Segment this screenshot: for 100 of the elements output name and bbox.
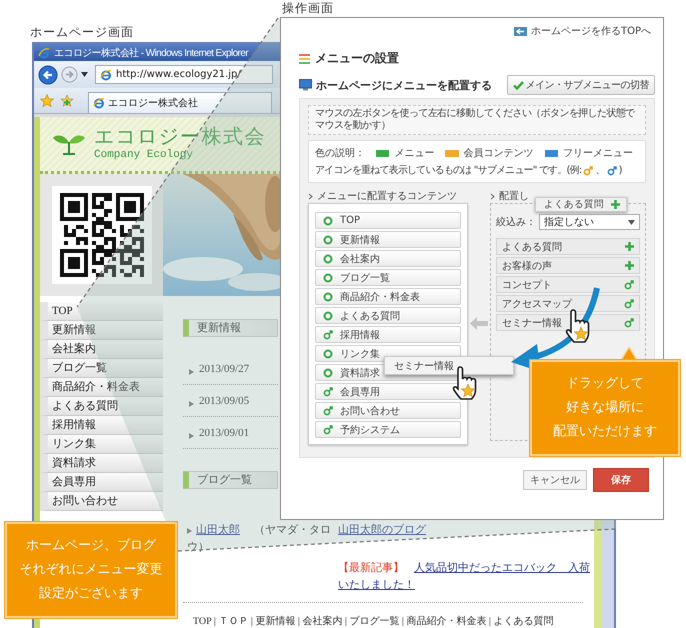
nav-link[interactable]: 資料請求: [40, 454, 163, 473]
browser-icon: [38, 46, 50, 58]
submenu-icon: [323, 406, 333, 416]
callout-text: 設定がございます: [38, 585, 144, 603]
monitor-icon: [299, 79, 312, 91]
bullet-icon: [189, 369, 194, 375]
article-tag: 【最新記事】: [338, 562, 404, 574]
column-heading: メニューに配置するコンテンツ: [317, 190, 457, 203]
submenu-icon: [583, 166, 594, 176]
instruction-note: マウスの左ボタンを使って左右に移動してください（ボタンを押した状態でマウスを動かす）: [308, 105, 646, 135]
add-favorite-icon[interactable]: [60, 94, 74, 108]
news-date-link[interactable]: 2013/09/01: [199, 427, 250, 439]
chevron-icon: [490, 192, 495, 200]
menu-item[interactable]: 更新情報: [315, 231, 461, 248]
switch-menu-button[interactable]: メイン・サブメニューの切替: [506, 75, 655, 95]
legend-note: 、: [595, 164, 605, 177]
nav-link[interactable]: TOP: [40, 302, 163, 321]
legend-title: 色の説明：: [315, 146, 365, 160]
menu-item[interactable]: よくある質問: [315, 307, 461, 324]
article-link[interactable]: いたしました！: [338, 577, 415, 594]
menu-item[interactable]: 会員専用: [315, 383, 461, 400]
plus-icon: [625, 261, 634, 270]
legend-label: 会員コンテンツ: [464, 147, 534, 160]
section-title: ホームページにメニューを配置する: [316, 78, 492, 92]
nav-link[interactable]: よくある質問: [40, 397, 163, 416]
callout-text: ドラッグして: [565, 375, 645, 393]
author-reading: （ヤマダ・タロ: [254, 523, 331, 538]
nav-link[interactable]: 商品紹介・料金表: [40, 378, 163, 397]
plus-icon: [625, 242, 634, 251]
check-icon: [512, 80, 524, 90]
window-title: エコロジー株式会社 - Windows Internet Explorer: [54, 46, 248, 60]
url-text: http://www.ecology21.jp/: [116, 69, 241, 80]
chevron-icon: [308, 192, 313, 200]
plus-icon: [611, 200, 620, 209]
placed-item[interactable]: お客様の声: [496, 257, 640, 274]
submenu-icon: [323, 424, 333, 434]
author-link[interactable]: 山田太郎: [196, 522, 240, 539]
column-heading: 配置し: [499, 190, 529, 203]
legend-label: メニュー: [394, 147, 434, 160]
browser-tab[interactable]: エコロジー株式会社: [88, 92, 272, 113]
screen-label: ホームページ画面: [30, 24, 134, 41]
nav-link[interactable]: 会員専用: [40, 473, 163, 492]
placed-item[interactable]: よくある質問: [496, 238, 640, 255]
filter-dropdown[interactable]: 指定しない: [539, 214, 640, 230]
menu-item[interactable]: お問い合わせ: [315, 402, 461, 419]
callout-text: 好きな場所に: [565, 399, 645, 417]
submenu-icon: [624, 298, 634, 308]
dropdown-caret-icon[interactable]: [81, 72, 88, 77]
callout-text: それぞれにメニュー変更: [18, 561, 164, 579]
menu-item[interactable]: ブログ一覧: [315, 269, 461, 286]
callout-text: ホームページ、ブログ: [25, 537, 158, 555]
menu-item[interactable]: TOP: [315, 212, 461, 229]
back-button[interactable]: [38, 64, 58, 84]
footer-links[interactable]: TOP | ＴＯＰ | 更新情報 | 会社案内 | ブログ一覧 | 商品紹介・料金表 | よくある質問: [183, 614, 594, 628]
page-title: メニューの設置: [315, 50, 399, 67]
section-heading: ブログ一覧: [183, 471, 278, 489]
dragged-item[interactable]: よくある質問: [535, 197, 627, 212]
nav-link[interactable]: 更新情報: [40, 321, 163, 340]
article-link[interactable]: 人気品切中だったエコバック 入荷: [414, 562, 590, 574]
back-to-top-link[interactable]: ホームページを作るTOPへ: [514, 24, 651, 38]
favorites-star-icon[interactable]: [40, 94, 54, 108]
legend-note: ): [618, 164, 622, 177]
placed-item[interactable]: アクセスマップ: [496, 295, 640, 312]
filter-label: 絞込み：: [496, 216, 536, 229]
section-heading: 更新情報: [183, 319, 278, 337]
submenu-icon: [323, 386, 333, 396]
nav-link[interactable]: 採用情報: [40, 416, 163, 435]
nav-link[interactable]: 会社案内: [40, 340, 163, 359]
menu-item[interactable]: 会社案内: [315, 250, 461, 267]
nav-link[interactable]: ブログ一覧: [40, 359, 163, 378]
address-field[interactable]: http://www.ecology21.jp/: [95, 65, 273, 84]
dropdown-caret-icon: [628, 220, 635, 224]
screen-label: 操作画面: [282, 0, 334, 17]
submenu-icon: [323, 330, 333, 340]
menu-item[interactable]: 商品紹介・料金表: [315, 288, 461, 305]
save-button[interactable]: 保存: [593, 468, 649, 492]
browser-icon: [93, 97, 105, 109]
blog-link[interactable]: 山田太郎のブログ: [338, 524, 426, 536]
placed-item[interactable]: コンセプト: [496, 276, 640, 293]
bullet-icon: [187, 528, 192, 534]
submenu-icon: [624, 280, 634, 290]
bullet-icon: [189, 401, 194, 407]
dragged-item[interactable]: セミナー情報: [384, 356, 514, 375]
nav-link[interactable]: お問い合わせ: [40, 492, 163, 511]
bullet-icon: [189, 433, 194, 439]
submenu-icon: [606, 166, 617, 176]
cancel-button[interactable]: キャンセル: [523, 470, 587, 490]
nav-link[interactable]: リンク集: [40, 435, 163, 454]
browser-icon: [100, 68, 112, 80]
menu-lines-icon: [299, 54, 310, 64]
legend-label: フリーメニュー: [562, 147, 633, 160]
arrow-left-icon: [470, 317, 488, 330]
news-date-link[interactable]: 2013/09/27: [199, 363, 250, 375]
menu-item[interactable]: 予約システム: [315, 421, 461, 438]
callout-text: 配置いただけます: [552, 423, 658, 441]
menu-item[interactable]: 採用情報: [315, 326, 461, 343]
legend-note: アイコンを重ねて表示しているものは "サブメニュー" です。(例:: [315, 164, 582, 177]
back-arrow-icon: [514, 26, 527, 36]
site-logo-subtitle: Company Ecology: [94, 149, 194, 161]
news-date-link[interactable]: 2013/09/05: [199, 395, 250, 407]
